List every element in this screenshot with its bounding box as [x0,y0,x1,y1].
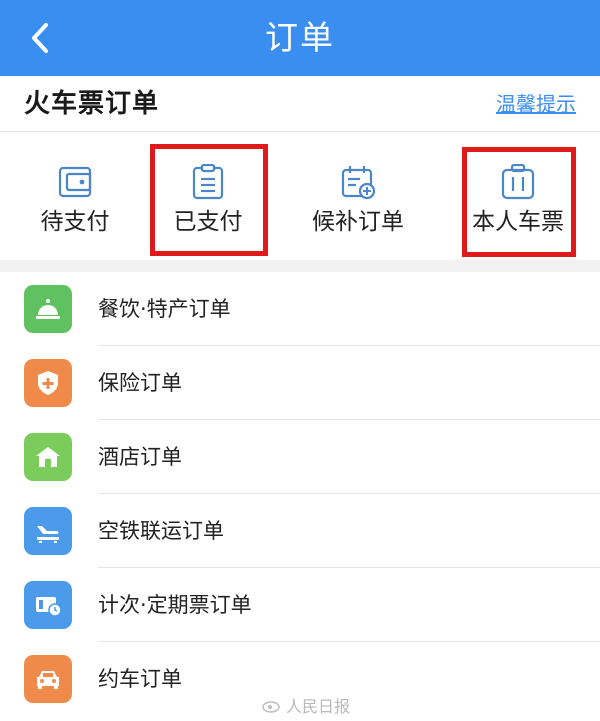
list-item-dining-orders[interactable]: 餐饮·特产订单 [0,272,600,346]
section-title: 火车票订单 [24,89,160,119]
waitlist-orders-button[interactable]: 候补订单 [283,132,433,260]
list-item-air-rail-orders[interactable]: 空铁联运订单 [0,494,600,568]
list-item-label: 餐饮·特产订单 [98,297,231,321]
calendar-add-icon [341,166,376,200]
list-item-label: 计次·定期票订单 [98,593,252,617]
list-item-periodic-ticket-orders[interactable]: 计次·定期票订单 [0,568,600,642]
list-item-label: 酒店订单 [98,445,182,469]
nav-bar: 订单 [0,0,600,76]
page-title: 订单 [265,18,335,57]
pending-payment-button[interactable]: 待支付 [0,132,150,260]
waitlist-orders-label: 候补订单 [312,209,404,235]
dining-bell-icon [24,285,72,333]
watermark: 人民日报 [262,693,350,717]
pending-payment-label: 待支付 [40,209,110,235]
section-divider [0,260,600,272]
watermark-text: 人民日报 [285,697,350,716]
list-item-label: 空铁联运订单 [98,519,224,543]
house-icon [24,433,72,481]
list-item-label: 保险订单 [98,371,182,395]
weibo-logo-icon [262,701,280,713]
ticket-clock-icon [24,581,72,629]
highlight-box-my-tickets [462,147,576,257]
wallet-icon [58,166,92,198]
list-item-hotel-orders[interactable]: 酒店订单 [0,420,600,494]
car-icon [24,655,72,703]
highlight-box-paid [150,144,268,256]
plane-train-icon [24,507,72,555]
tips-link[interactable]: 温馨提示 [496,76,576,132]
list-item-label: 约车订单 [98,667,182,691]
list-item-insurance-orders[interactable]: 保险订单 [0,346,600,420]
train-orders-header: 火车票订单 温馨提示 [0,76,600,132]
shield-cross-icon [24,359,72,407]
order-status-tabs: 待支付 已支付 候补订单 本人车票 [0,132,600,260]
